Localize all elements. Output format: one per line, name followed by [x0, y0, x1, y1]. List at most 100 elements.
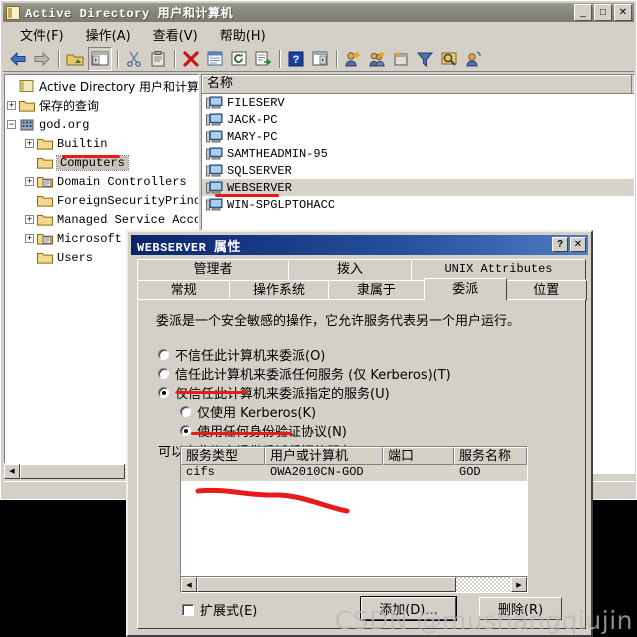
cell-user-or-computer: OWA2010CN-GOD [270, 465, 364, 479]
scroll-right-arrow[interactable]: ▶ [511, 577, 527, 592]
services-table-header: 服务类型 用户或计算机 端口 服务名称 [181, 447, 527, 465]
screenshot-root: Active Directory 用户和计算机 _ □ ✕ 文件(F) 操作(A… [0, 0, 637, 637]
help-icon[interactable]: ? [285, 48, 307, 70]
tab-member-of[interactable]: 隶属于 [327, 280, 426, 301]
list-item[interactable]: JACK-PC [202, 111, 634, 128]
scroll-track[interactable] [456, 577, 511, 592]
scroll-left-arrow[interactable]: ◀ [4, 463, 20, 479]
expander-plus-icon[interactable]: + [25, 177, 34, 186]
radio-trust-specified-services[interactable]: 仅信任此计算机来委派指定的服务(U) [158, 383, 390, 402]
tab-managed-by[interactable]: 管理者 [137, 259, 289, 280]
expander-minus-icon[interactable]: − [7, 120, 16, 129]
tree-item-managed-service-accounts[interactable]: + Managed Service Accoun [7, 210, 198, 229]
computer-icon [206, 130, 223, 144]
paste-icon[interactable] [147, 48, 169, 70]
services-horizontal-scrollbar[interactable]: ◀ ▶ [180, 576, 528, 593]
scroll-left-arrow[interactable]: ◀ [181, 577, 197, 592]
radio-button-icon[interactable] [158, 349, 169, 360]
cut-icon[interactable] [123, 48, 145, 70]
expander-plus-icon[interactable]: + [25, 215, 34, 224]
filter-icon[interactable] [414, 48, 436, 70]
up-folder-icon[interactable] [64, 48, 86, 70]
scroll-thumb[interactable] [197, 577, 456, 592]
list-item[interactable]: MARY-PC [202, 128, 634, 145]
menu-view[interactable]: 查看(V) [142, 23, 209, 46]
forward-arrow-icon[interactable] [31, 48, 53, 70]
column-header-service-name[interactable]: 服务名称 [454, 447, 527, 465]
column-header-service-type[interactable]: 服务类型 [181, 447, 265, 465]
folder-icon [37, 194, 53, 207]
list-item[interactable]: WIN-SPGLPTOHACC [202, 196, 634, 213]
add-user-icon[interactable] [462, 48, 484, 70]
minimize-button[interactable]: _ [574, 4, 592, 21]
list-item[interactable]: SAMTHEADMIN-95 [202, 145, 634, 162]
listview-header: 名称 [202, 75, 634, 94]
radio-kerberos-only[interactable]: 仅使用 Kerberos(K) [180, 402, 316, 421]
radio-button-icon[interactable] [180, 425, 191, 436]
back-arrow-icon[interactable] [7, 48, 29, 70]
tab-general[interactable]: 常规 [137, 280, 231, 301]
new-group-icon[interactable] [366, 48, 388, 70]
tab-operating-system[interactable]: 操作系统 [229, 280, 329, 301]
radio-button-icon[interactable] [158, 387, 169, 398]
find-icon[interactable] [438, 48, 460, 70]
close-icon[interactable]: ✕ [570, 237, 586, 252]
tab-unix-attributes[interactable]: UNIX Attributes [411, 259, 586, 280]
list-item[interactable]: SQLSERVER [202, 162, 634, 179]
tree-item-label: Computers [56, 154, 129, 171]
tab-dial-in[interactable]: 拨入 [288, 259, 412, 280]
tree-item-god-org[interactable]: − god.org [7, 115, 198, 134]
tab-delegation[interactable]: 委派 [424, 278, 507, 301]
help-button[interactable]: ? [552, 237, 568, 252]
show-console-tree-icon[interactable] [309, 48, 331, 70]
list-item-label: SAMTHEADMIN-95 [227, 146, 328, 161]
export-list-icon[interactable] [252, 48, 274, 70]
radio-trust-any-service[interactable]: 信任此计算机来委派任何服务 (仅 Kerberos)(T) [158, 364, 451, 383]
computer-icon [206, 164, 223, 178]
new-container-icon[interactable] [390, 48, 412, 70]
table-row[interactable]: cifs OWA2010CN-GOD GOD [181, 465, 527, 481]
tree-item-saved-queries[interactable]: + 保存的查询 [7, 96, 198, 115]
checkbox-icon[interactable] [182, 603, 194, 616]
toolbar: ? [3, 46, 634, 72]
tree-item-domain-controllers[interactable]: + Domain Controllers [7, 172, 198, 191]
list-item[interactable]: FILESERV [202, 94, 634, 111]
maximize-button[interactable]: □ [594, 4, 612, 21]
tree-item-foreign-security-principals[interactable]: ForeignSecurityPrincip [7, 191, 198, 210]
delete-x-icon[interactable] [180, 48, 202, 70]
scroll-thumb[interactable] [20, 463, 125, 479]
close-button[interactable]: ✕ [614, 4, 632, 21]
folder-icon [37, 137, 53, 150]
list-item-label: WEBSERVER [227, 180, 292, 195]
list-item-label: SQLSERVER [227, 163, 292, 178]
menu-action[interactable]: 操作(A) [75, 23, 142, 46]
delegated-services-list[interactable]: 服务类型 用户或计算机 端口 服务名称 cifs OWA2010CN-GOD G… [180, 446, 528, 576]
delegation-tab-panel: 委派是一个安全敏感的操作，它允许服务代表另一个用户运行。 不信任此计算机来委派(… [137, 299, 586, 629]
show-hide-tree-icon[interactable] [88, 46, 112, 71]
tree-item-computers[interactable]: Computers [7, 153, 198, 172]
svg-text:?: ? [293, 54, 300, 66]
properties-icon[interactable] [204, 48, 226, 70]
expanded-checkbox-row[interactable]: 扩展式(E) [182, 600, 257, 619]
expander-plus-icon[interactable]: + [25, 234, 34, 243]
radio-any-auth-protocol[interactable]: 使用任何身份验证协议(N) [180, 421, 347, 440]
expander-plus-icon[interactable]: + [25, 139, 34, 148]
radio-button-icon[interactable] [180, 406, 191, 417]
column-header-name[interactable]: 名称 [202, 75, 632, 93]
tab-location[interactable]: 位置 [505, 280, 587, 301]
menu-file[interactable]: 文件(F) [9, 23, 75, 46]
column-header-user-or-computer[interactable]: 用户或计算机 [265, 447, 383, 465]
expander-plus-icon[interactable]: + [7, 101, 16, 110]
refresh-icon[interactable] [228, 48, 250, 70]
radio-button-icon[interactable] [158, 368, 169, 379]
column-header-port[interactable]: 端口 [383, 447, 454, 465]
toolbar-separator [279, 49, 280, 68]
tree-item-builtin[interactable]: + Builtin [7, 134, 198, 153]
toolbar-separator [117, 49, 118, 68]
list-item-selected[interactable]: WEBSERVER [202, 179, 634, 196]
computer-icon [206, 181, 223, 195]
menu-help[interactable]: 帮助(H) [209, 23, 277, 46]
new-user-icon[interactable] [342, 48, 364, 70]
radio-do-not-trust[interactable]: 不信任此计算机来委派(O) [158, 345, 325, 364]
tree-item-active-directory[interactable]: Active Directory 用户和计算机 [7, 77, 198, 96]
